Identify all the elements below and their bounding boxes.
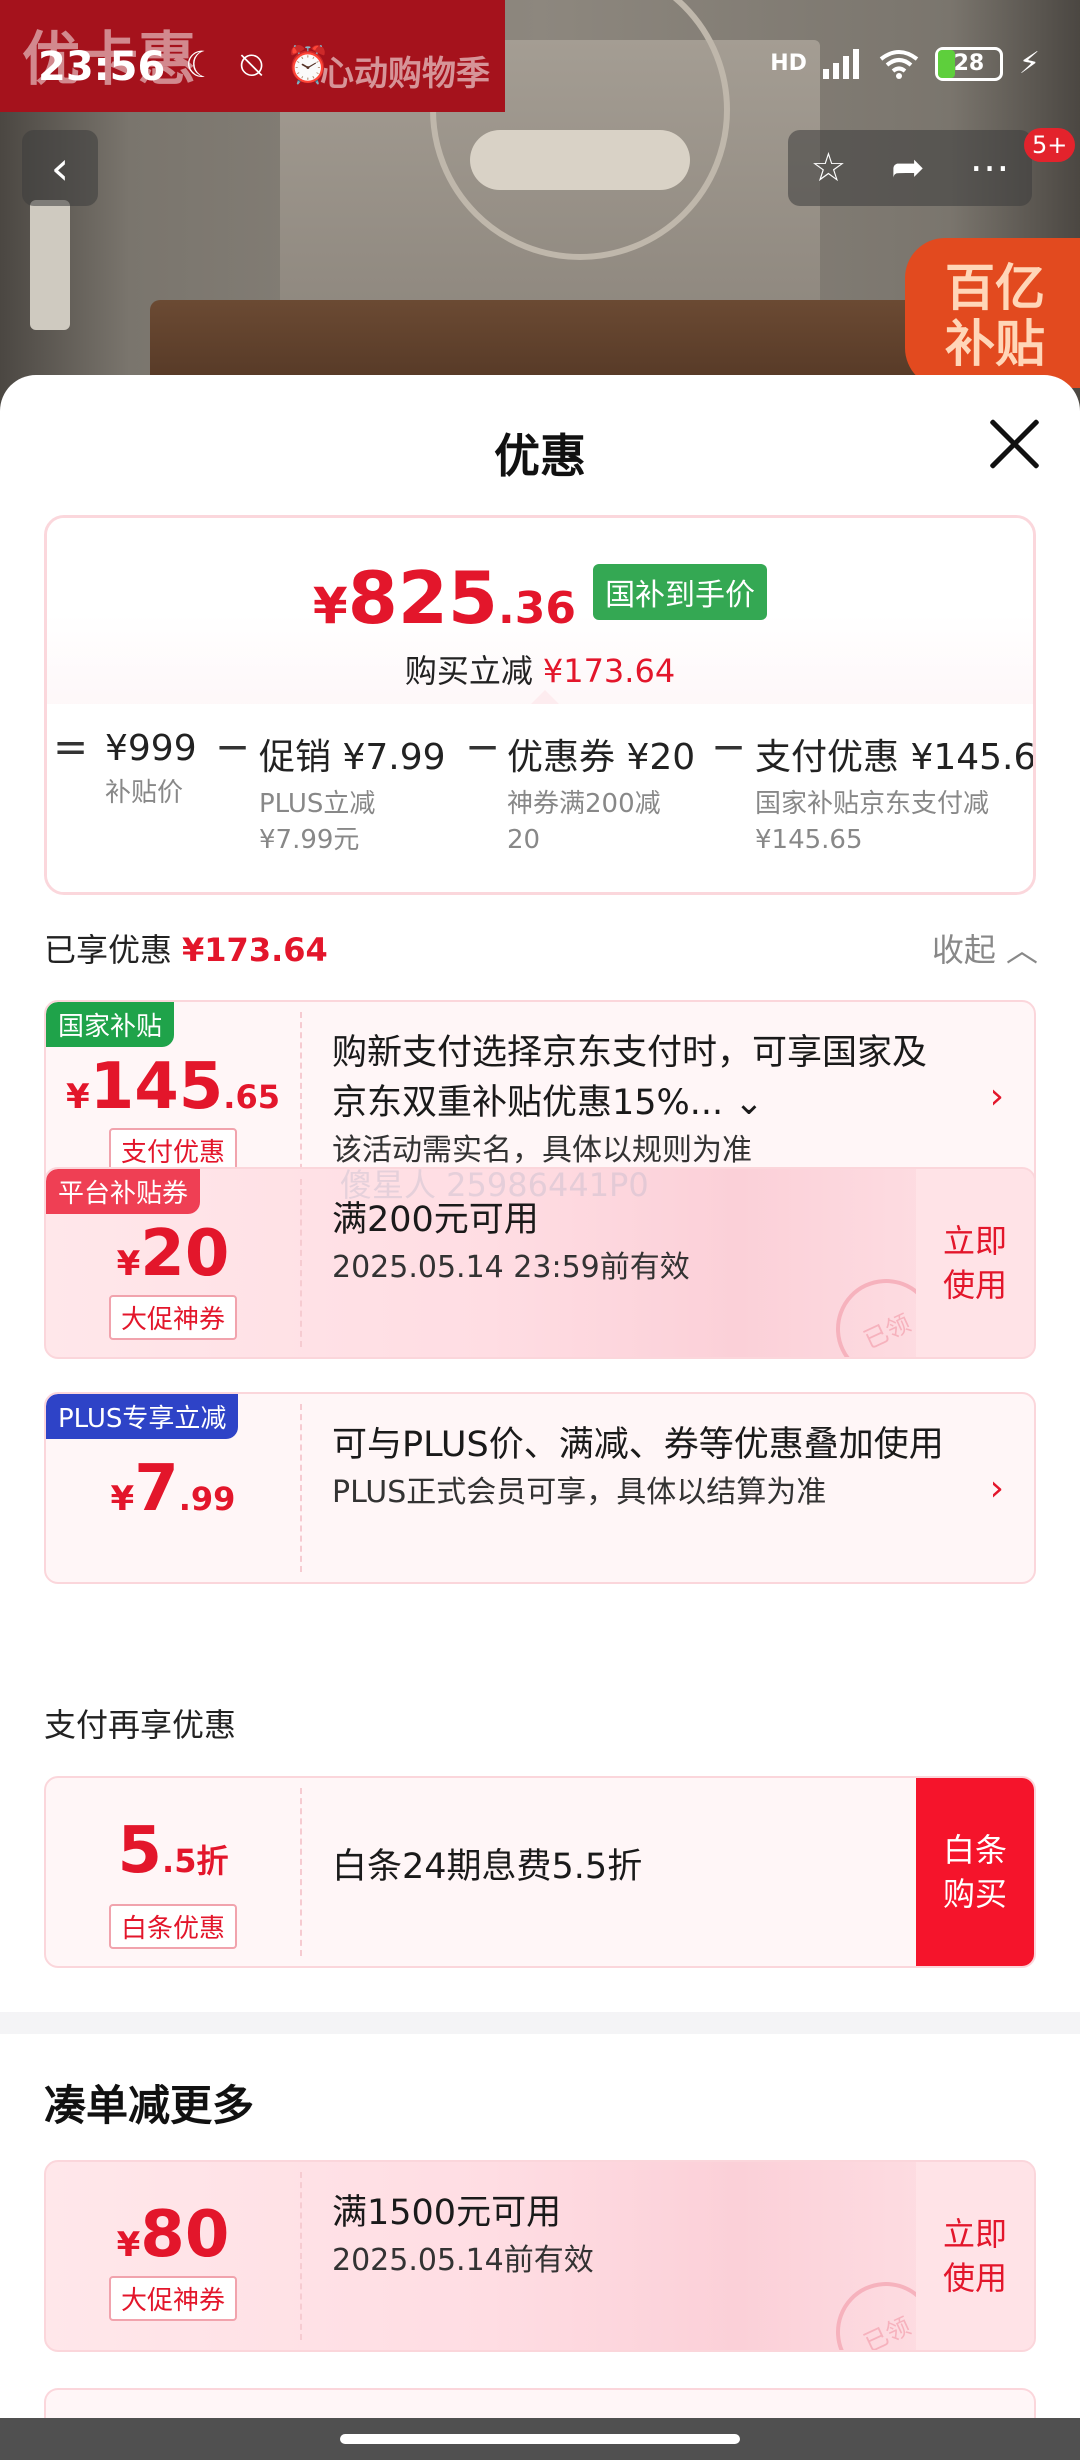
breakdown-item: 促销 ¥7.99 PLUS立减 ¥7.99元 (259, 737, 446, 855)
enjoyed-total: 已享优惠 ¥173.64 (44, 931, 328, 969)
section-gap (0, 2012, 1080, 2034)
breakdown-op: − (215, 722, 251, 771)
price-summary: ¥825.36 国补到手价 购买立减 ¥173.64 = ¥999 补贴价 − 促… (44, 515, 1036, 895)
coupon-card-more[interactable]: ¥80 大促神券 满1500元可用 2025.05.14前有效 已领 立即 使用 (44, 2160, 1036, 2352)
signal-icon (822, 48, 859, 79)
card-title: 购新支付选择京东支付时，可享国家及京东双重补贴优惠15%... ⌄ (332, 1033, 928, 1123)
card-amount: ¥145.65 (66, 1050, 280, 1124)
back-button[interactable]: ‹ (22, 130, 98, 206)
network-label: HD (770, 51, 807, 76)
battery-icon: 28 (934, 46, 1003, 81)
charging-icon: ⚡ (1018, 46, 1040, 81)
card-subtag: 白条优惠 (108, 1904, 238, 1949)
watermark: 傻星人 25986441P0 (340, 1166, 649, 1204)
card-amount: ¥80 (116, 2198, 230, 2272)
card-subtag: 大促神券 (108, 2276, 238, 2321)
chevron-right-icon[interactable]: › (990, 1394, 1004, 1582)
collapse-button[interactable]: 收起 ︿ (932, 925, 1038, 971)
baitiao-buy-button[interactable]: 白条 购买 (916, 1778, 1034, 1966)
status-bar: 23:56 ☾ ⍉ ⏰ HD 28 ⚡ (0, 0, 1080, 130)
final-price: ¥825.36 国补到手价 (47, 556, 1033, 640)
more-dots-icon[interactable]: ⋯ (970, 145, 1010, 191)
home-handle[interactable] (340, 2434, 740, 2444)
card-title: 可与PLUS价、满减、券等优惠叠加使用 (332, 1425, 944, 1465)
breakdown-op: − (465, 722, 501, 771)
wifi-icon (879, 49, 919, 79)
message-badge: 5+ (1024, 128, 1076, 162)
price-breakdown: = ¥999 补贴价 − 促销 ¥7.99 PLUS立减 ¥7.99元 − 优惠… (47, 704, 1036, 892)
card-amount: ¥20 (116, 1217, 230, 1291)
card-desc: 2025.05.14前有效 (332, 2243, 594, 2278)
card-amount: 5.5折 (117, 1814, 229, 1888)
back-arrow-icon: ‹ (50, 141, 70, 195)
breakdown-op: − (711, 722, 747, 771)
breakdown-item: 优惠券 ¥20 神券满200减 20 (507, 737, 696, 855)
card-title: 满1500元可用 (332, 2193, 562, 2233)
breakdown-op: = (53, 722, 89, 771)
sticker-line-1: 百亿 (945, 259, 1045, 317)
chevron-right-icon[interactable]: › (990, 1002, 1004, 1190)
use-now-button[interactable]: 立即 使用 (916, 2162, 1034, 2350)
star-icon[interactable]: ☆ (810, 145, 846, 191)
subsidy-sticker[interactable]: 百亿 补贴 (905, 238, 1080, 388)
status-time: 23:56 (38, 44, 166, 90)
pay-section-label: 支付再享优惠 (44, 1706, 237, 1744)
card-subtag: 大促神券 (108, 1295, 238, 1340)
more-section-title: 凑单减更多 (44, 2081, 255, 2130)
use-now-button[interactable]: 立即 使用 (916, 1169, 1034, 1357)
top-actions: ☆ ➦ ⋯ (788, 130, 1032, 206)
reduce-line: 购买立减 ¥173.64 (404, 652, 676, 690)
price-tag: 国补到手价 (593, 564, 768, 620)
status-icons: ☾ ⍉ ⏰ (185, 45, 337, 86)
card-amount: ¥7.99 (110, 1452, 236, 1526)
coupon-card-baitiao[interactable]: 5.5折 白条优惠 白条24期息费5.5折 白条 购买 (44, 1776, 1036, 1968)
coupon-card-plus[interactable]: PLUS专享立减 ¥7.99 可与PLUS价、满减、券等优惠叠加使用 PLUS正… (44, 1392, 1036, 1584)
card-desc: PLUS正式会员可享，具体以结算为准 (332, 1475, 827, 1510)
close-icon[interactable] (985, 415, 1043, 473)
breakdown-item: 支付优惠 ¥145.65 国家补贴京东支付减 ¥145.65 (755, 737, 1036, 855)
share-icon[interactable]: ➦ (891, 145, 925, 191)
card-desc: 2025.05.14 23:59前有效 (332, 1250, 690, 1285)
sheet-title: 优惠 (494, 429, 586, 483)
card-title: 白条24期息费5.5折 (332, 1847, 643, 1887)
sticker-line-2: 补贴 (945, 315, 1045, 373)
